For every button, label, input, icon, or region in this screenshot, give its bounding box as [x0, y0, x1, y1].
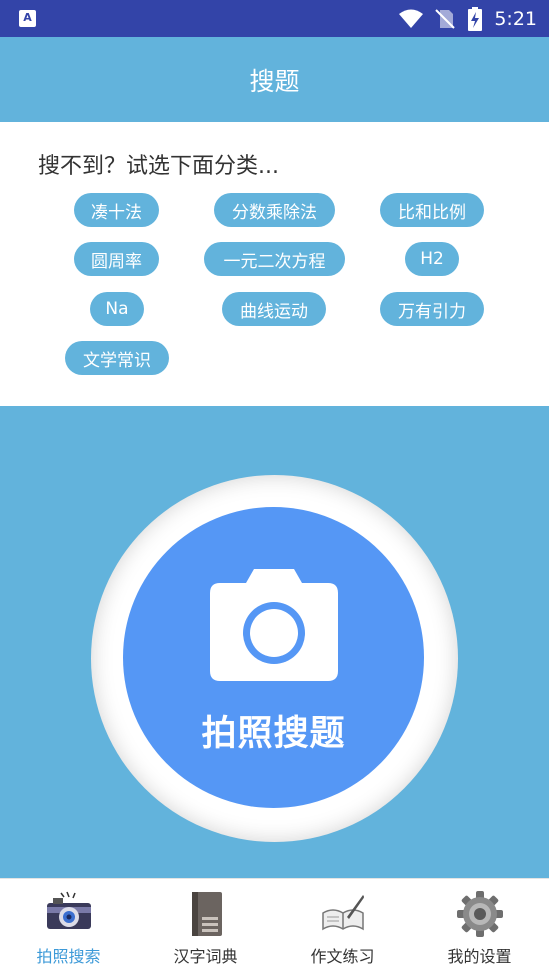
book-icon — [191, 892, 222, 936]
status-icons: 5:21 — [398, 0, 537, 37]
nav-item-dictionary[interactable]: 汉字词典 — [137, 879, 274, 977]
gear-icon — [456, 891, 503, 937]
camera-search-area: 拍照搜题 — [0, 406, 549, 878]
category-tag[interactable]: 曲线运动 — [222, 292, 326, 326]
nav-label-essay-practice: 作文练习 — [310, 947, 375, 966]
photo-search-label: 拍照搜题 — [201, 714, 346, 754]
category-heading: 搜不到？试选下面分类... — [38, 154, 279, 179]
app-notification-icon: A — [19, 10, 36, 27]
category-tag[interactable]: 一元二次方程 — [204, 242, 345, 276]
category-tag[interactable]: 圆周率 — [74, 242, 159, 276]
category-tag[interactable]: Na — [90, 292, 144, 326]
nav-item-essay-practice[interactable]: 作文练习 — [274, 879, 411, 977]
category-tag[interactable]: 凑十法 — [74, 193, 159, 227]
category-tag[interactable]: 万有引力 — [380, 292, 484, 326]
no-sim-icon — [435, 8, 456, 29]
status-time: 5:21 — [494, 7, 537, 30]
nav-item-settings[interactable]: 我的设置 — [411, 879, 548, 977]
wifi-icon — [399, 9, 424, 28]
category-tag[interactable]: 比和比例 — [380, 193, 484, 227]
nav-label-photo-search: 拍照搜索 — [36, 947, 101, 966]
nav-label-settings: 我的设置 — [447, 947, 512, 966]
status-bar: A 5:21 — [0, 0, 549, 37]
camera-photo-icon — [46, 891, 91, 929]
page-title: 搜题 — [249, 66, 300, 96]
nav-item-photo-search[interactable]: 拍照搜索 — [0, 879, 137, 977]
battery-charging-icon — [468, 6, 483, 31]
category-panel: 搜不到？试选下面分类... 凑十法 分数乘除法 比和比例 圆周率 一元二次方程 … — [0, 122, 549, 406]
category-tag[interactable]: 分数乘除法 — [214, 193, 335, 227]
bottom-nav: 拍照搜索 汉字词典 作文练习 我的设置 — [0, 878, 549, 976]
open-book-quill-icon — [321, 895, 364, 931]
photo-search-button[interactable]: 拍照搜题 — [123, 507, 424, 808]
category-tag[interactable]: H2 — [405, 242, 459, 276]
category-tag[interactable]: 文学常识 — [65, 341, 169, 375]
app-bar: 搜题 — [0, 37, 549, 122]
camera-icon — [210, 569, 338, 681]
nav-label-dictionary: 汉字词典 — [173, 947, 238, 966]
camera-button-ring: 拍照搜题 — [91, 475, 458, 842]
